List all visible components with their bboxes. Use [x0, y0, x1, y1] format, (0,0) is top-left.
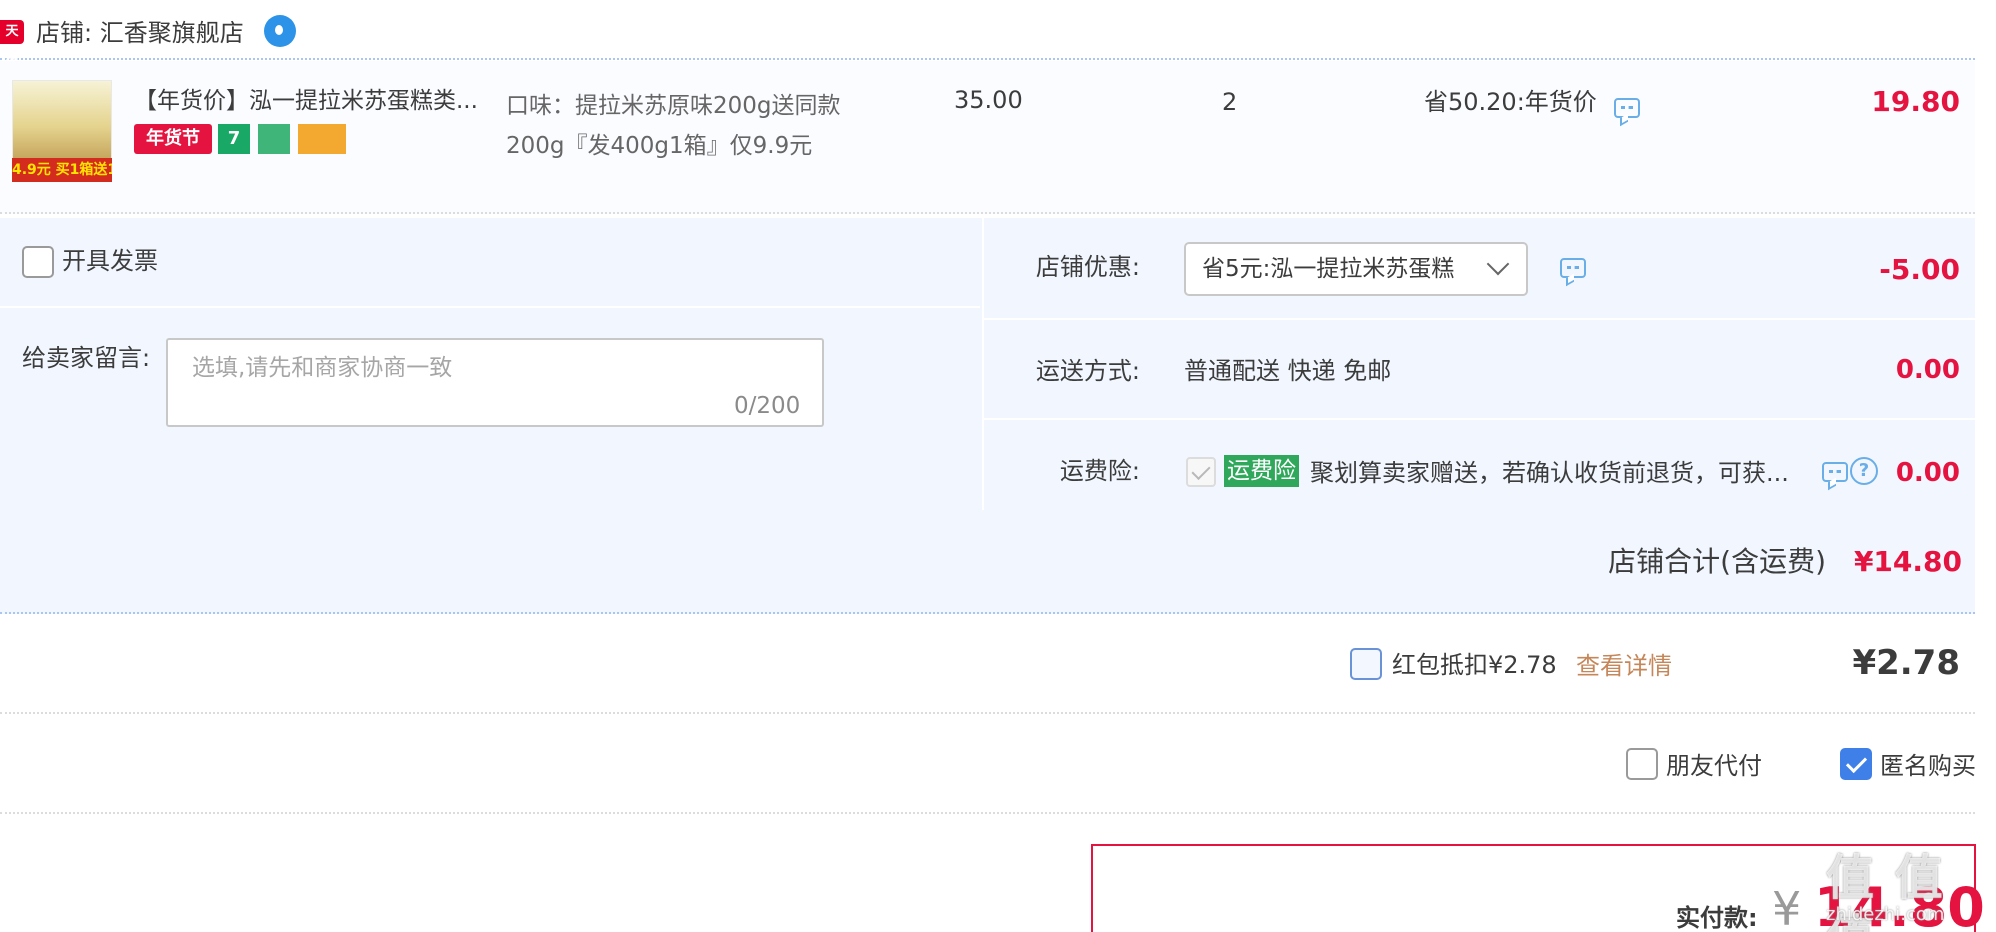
tmall-logo: 天猫 [0, 20, 24, 63]
payment-label: 实付款: [1676, 904, 1758, 932]
message-label: 给卖家留言: [22, 344, 151, 372]
shop-total-value: ¥14.80 [1853, 545, 1962, 578]
product-title[interactable]: 【年货价】泓一提拉米苏蛋糕类... [134, 86, 494, 116]
quantity: 2 [1222, 88, 1238, 116]
insurance-description: 聚划算卖家赠送，若确认收货前退货，可获... [1310, 459, 1789, 487]
shipping-fee: 0.00 [1895, 355, 1960, 385]
tag-new-year-festival: 年货节 [134, 124, 212, 154]
red-packet-checkbox[interactable] [1350, 648, 1382, 680]
insurance-label: 运费险: [1059, 457, 1140, 485]
insurance-fee: 0.00 [1895, 458, 1960, 488]
item-subtotal: 19.80 [1871, 85, 1960, 118]
shop-name[interactable]: 店铺: 汇香聚旗舰店 [36, 17, 244, 49]
seller-message-counter: 0/200 [734, 393, 801, 419]
shop-header [0, 0, 1975, 60]
divider [984, 418, 1975, 420]
red-packet-value: ¥2.78 [1852, 643, 1960, 683]
shipping-label: 运送方式: [1035, 357, 1140, 385]
wangwang-chat-icon[interactable] [264, 15, 296, 47]
divider [984, 318, 1975, 320]
thumbnail-promo-badge: 4.9元 买1箱送1箱 [12, 158, 112, 182]
payment-currency: ¥ [1772, 882, 1802, 932]
anonymous-purchase-checkbox[interactable] [1840, 748, 1872, 780]
red-packet-label[interactable]: 红包抵扣¥2.78 [1392, 649, 1557, 681]
shop-discount-label: 店铺优惠: [1035, 253, 1140, 281]
seller-message-placeholder: 选填,请先和商家协商一致 [192, 355, 453, 381]
chat-bubble-icon[interactable] [1614, 98, 1640, 118]
friend-pay-checkbox[interactable] [1626, 748, 1658, 780]
insurance-badge: 运费险 [1224, 455, 1299, 487]
help-icon[interactable]: ? [1850, 457, 1878, 485]
invoice-checkbox[interactable] [22, 246, 54, 278]
tag-seven-day-return-icon: 7 [218, 124, 250, 154]
insurance-checkbox [1186, 457, 1216, 487]
shop-total-label: 店铺合计(含运费) [1608, 545, 1826, 578]
unit-price: 35.00 [954, 86, 1023, 114]
friend-pay-label[interactable]: 朋友代付 [1666, 750, 1762, 782]
shop-discount-value: -5.00 [1879, 253, 1960, 286]
product-spec: 口味：提拉米苏原味200g送同款200g『发400g1箱』仅9.9元 [506, 93, 841, 159]
chat-bubble-icon[interactable] [1822, 462, 1848, 482]
watermark-url: zhidezhi.com [1826, 904, 1945, 925]
chat-bubble-icon[interactable] [1560, 258, 1586, 278]
invoice-label[interactable]: 开具发票 [62, 245, 158, 277]
shop-discount-select[interactable]: 省5元:泓一提拉米苏蛋糕 [1184, 242, 1528, 296]
anonymous-purchase-label[interactable]: 匿名购买 [1880, 750, 1976, 782]
tag-credit-card-icon [298, 124, 346, 154]
red-packet-row [0, 614, 1975, 714]
tag-guarantee-icon [258, 124, 290, 154]
red-packet-detail-link[interactable]: 查看详情 [1576, 650, 1672, 682]
item-saving: 省50.20:年货价 [1424, 88, 1597, 116]
shipping-method: 普通配送 快递 免邮 [1184, 357, 1392, 385]
